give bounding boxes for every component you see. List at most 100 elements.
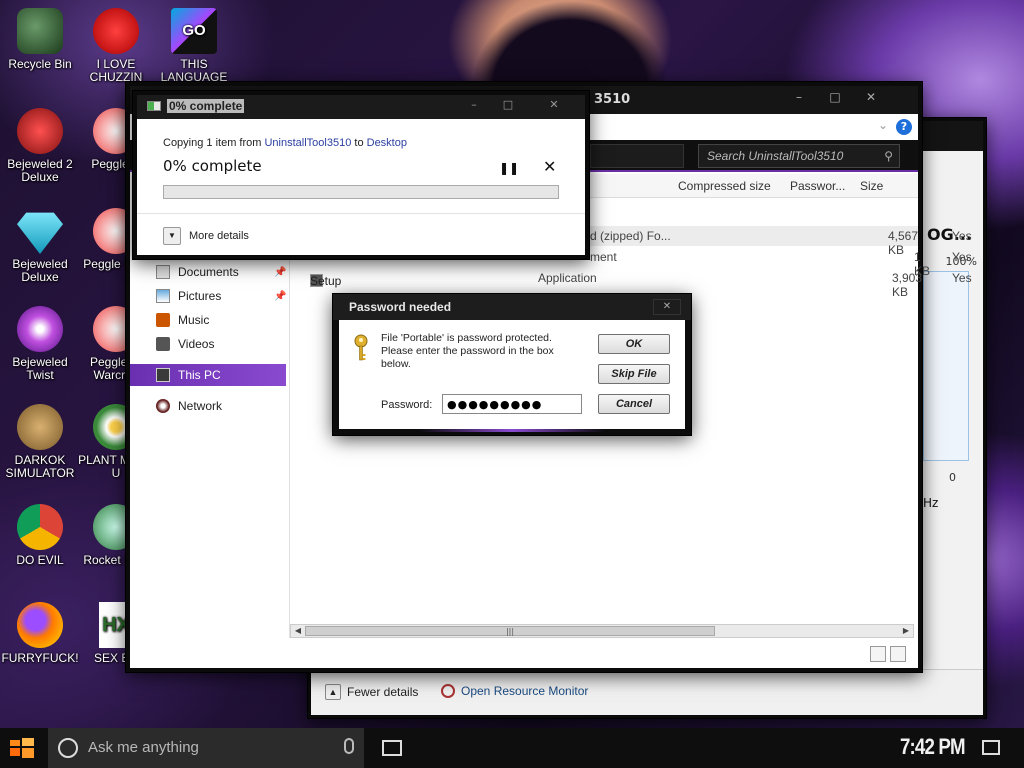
desktop-icon-bejeweled-twist[interactable]: Bejeweled Twist [0,306,80,382]
chevron-up-icon: ▲ [325,684,341,700]
clock[interactable]: 7:42 PM [900,734,966,760]
goland-icon: GO [171,8,217,54]
column-headers: Compressed size Passwor... Size [590,174,918,198]
pin-icon: 📌 [274,290,287,302]
bejeweled-2-icon [17,108,63,154]
search-icon: ⚲ [884,149,893,163]
minimize-button[interactable]: – [784,90,814,108]
close-button[interactable]: ✕ [856,90,886,108]
copy-percent: 0% complete [163,157,262,175]
password-dialog-title: Password needed [349,300,452,314]
pin-icon: 📌 [274,266,287,278]
chuzzle-icon [93,8,139,54]
desktop-icon-darkok-simulator[interactable]: DARKOK SIMULATOR [0,404,80,480]
address-input[interactable] [590,144,684,168]
desktop-icon-do-evil[interactable]: DO EVIL [0,504,80,567]
task-view-icon[interactable] [382,740,402,756]
column-size[interactable]: Size [860,179,883,193]
cortana-icon [58,738,78,758]
nav-item-documents[interactable]: Documents 📌 [156,262,286,282]
nav-item-network[interactable]: Network [156,396,222,416]
close-button[interactable]: ✕ [539,98,569,116]
file-row-setup[interactable]: Setup Application 3,903 KB Yes [290,268,972,299]
progress-icon [147,101,161,111]
open-resource-monitor-link[interactable]: Open Resource Monitor [441,684,588,698]
documents-icon [156,265,170,279]
more-details-button[interactable]: ▼ More details [163,227,249,245]
password-dialog-body: File 'Portable' is password protected. P… [339,320,685,429]
scrollbar-thumb[interactable]: ||| [305,626,715,636]
network-icon [156,399,170,413]
desktop-icon-bejeweled-deluxe[interactable]: Bejeweled Deluxe [0,208,80,284]
large-icons-view-icon[interactable] [890,646,906,662]
desktop-icon-this-language[interactable]: GO THIS LANGUAGE [154,8,234,84]
copy-window-title: 0% complete [167,99,245,113]
copy-progress-window: 0% complete – □ ✕ Copying 1 item from Un… [133,91,589,259]
horizontal-scrollbar[interactable]: ◀ ||| ▶ [290,624,914,638]
perf-hz: Hz [923,496,939,510]
password-dialog-titlebar[interactable]: Password needed ✕ [333,294,691,320]
computer-icon [156,368,170,382]
help-icon[interactable]: ? [896,119,912,135]
skip-file-button[interactable]: Skip File [598,364,670,384]
scroll-right-icon[interactable]: ▶ [899,625,913,637]
start-icon[interactable] [8,736,36,760]
recycle-bin-icon [17,8,63,54]
videos-icon [156,337,170,351]
password-input[interactable]: ●●●●●●●●● [442,394,582,414]
pictures-icon [156,289,170,303]
maximize-button[interactable]: □ [820,90,850,108]
cancel-copy-icon[interactable]: ✕ [543,157,556,176]
taskbar: Ask me anything 7:42 PM [0,728,1024,768]
notification-icon[interactable] [982,740,1000,755]
copy-titlebar[interactable]: 0% complete – □ ✕ [137,95,585,119]
ok-button[interactable]: OK [598,334,670,354]
desktop-icon-bejeweled-2[interactable]: Bejeweled 2 Deluxe [0,108,80,184]
password-label: Password: [381,399,433,411]
cancel-button[interactable]: Cancel [598,394,670,414]
nav-item-pictures[interactable]: Pictures 📌 [156,286,286,306]
nav-item-videos[interactable]: Videos [156,334,214,354]
dialog-accent-glow [419,429,605,432]
details-view-icon[interactable] [870,646,886,662]
scroll-left-icon[interactable]: ◀ [291,625,305,637]
desktop-icon-recycle-bin[interactable]: Recycle Bin [0,8,80,71]
maximize-button[interactable]: □ [493,98,523,116]
nav-item-this-pc[interactable]: This PC [156,365,221,385]
key-icon [354,334,368,361]
money-bag-icon [17,404,63,450]
resource-footer: ▲ Fewer details Open Resource Monitor [311,669,983,715]
wallpaper-figure [470,0,670,90]
minimize-button[interactable]: – [459,98,489,116]
source-link[interactable]: UninstallTool3510 [264,137,351,149]
microphone-icon[interactable] [344,738,354,754]
close-button[interactable]: ✕ [653,299,681,315]
music-icon [156,313,170,327]
ribbon-expand-icon[interactable]: ⌄ [878,118,888,132]
fewer-details-button[interactable]: ▲ Fewer details [325,684,418,700]
perf-graph [923,271,969,461]
desktop-icon-firefox[interactable]: FURRYFUCK! [0,602,80,665]
status-bar [130,640,918,668]
nav-item-music[interactable]: Music [156,310,209,330]
chrome-icon [17,504,63,550]
explorer-title: 3510 [594,92,631,107]
column-password[interactable]: Passwor... [790,179,845,193]
firefox-icon [17,602,63,648]
column-compressed-size[interactable]: Compressed size [678,179,771,193]
copy-description: Copying 1 item from UninstallTool3510 to… [163,137,407,149]
password-message: File 'Portable' is password protected. P… [381,332,554,370]
cortana-search-box[interactable]: Ask me anything [48,728,364,768]
diamond-icon [17,212,63,254]
divider [137,213,585,214]
perf-zero: 0 [949,471,956,484]
desktop-icon-chuzzle[interactable]: I LOVE CHUZZIN [76,8,156,84]
pause-icon[interactable]: ❚❚ [499,161,519,175]
copy-progress-bar [163,185,559,199]
resource-monitor-icon [441,684,455,698]
bejeweled-twist-icon [17,306,63,352]
search-input[interactable]: Search UninstallTool3510 ⚲ [698,144,900,168]
password-dialog: Password needed ✕ File 'Portable' is pas… [333,294,691,435]
chevron-down-icon: ▼ [163,227,181,245]
destination-link[interactable]: Desktop [367,137,407,149]
